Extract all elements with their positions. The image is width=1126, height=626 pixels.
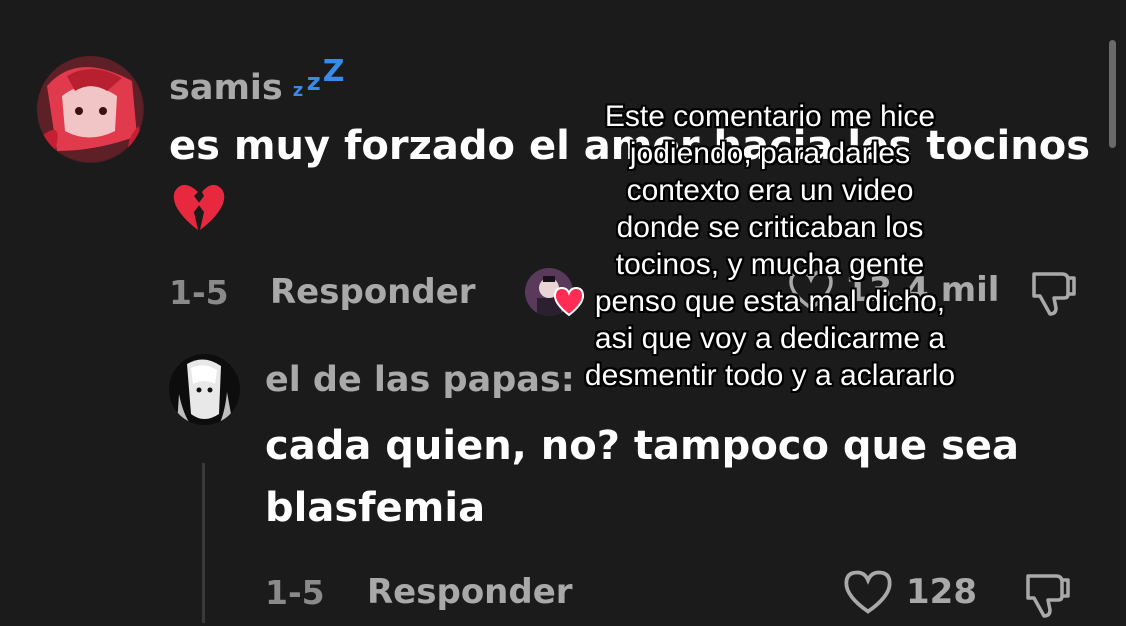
heart-outline-icon: [842, 568, 894, 616]
commenter-name-row: samis z z Z: [169, 54, 345, 108]
reply-like-button[interactable]: 128: [842, 568, 977, 616]
scrollbar-thumb[interactable]: [1109, 40, 1116, 148]
reply-date: 1-5: [265, 573, 325, 612]
replier-avatar[interactable]: [169, 354, 240, 425]
comment-dislike-button[interactable]: [1028, 266, 1080, 318]
reply-thread-line: [202, 463, 205, 623]
overlay-caption: Este comentario me hice jodiendo, para d…: [584, 100, 956, 392]
commenter-avatar[interactable]: [37, 56, 144, 163]
reply-reply-button[interactable]: Responder: [367, 572, 573, 612]
reply-dislike-button[interactable]: [1022, 568, 1074, 620]
reply-like-count: 128: [906, 572, 977, 612]
comment-date: 1-5: [169, 273, 229, 312]
commenter-username[interactable]: samis: [169, 68, 283, 108]
thumbs-down-icon: [1026, 574, 1070, 618]
heart-icon: [553, 286, 585, 317]
replier-username[interactable]: el de las papas:: [265, 360, 575, 400]
reply-text: cada quien, no? tampoco que sea blasfemi…: [265, 423, 1020, 531]
comment-reply-button[interactable]: Responder: [270, 272, 476, 312]
sleeping-zzz-icon: z z Z: [292, 54, 345, 101]
broken-heart-emoji: [172, 182, 226, 232]
creator-liked-badge: [525, 268, 585, 320]
thumbs-down-icon: [1032, 272, 1076, 316]
